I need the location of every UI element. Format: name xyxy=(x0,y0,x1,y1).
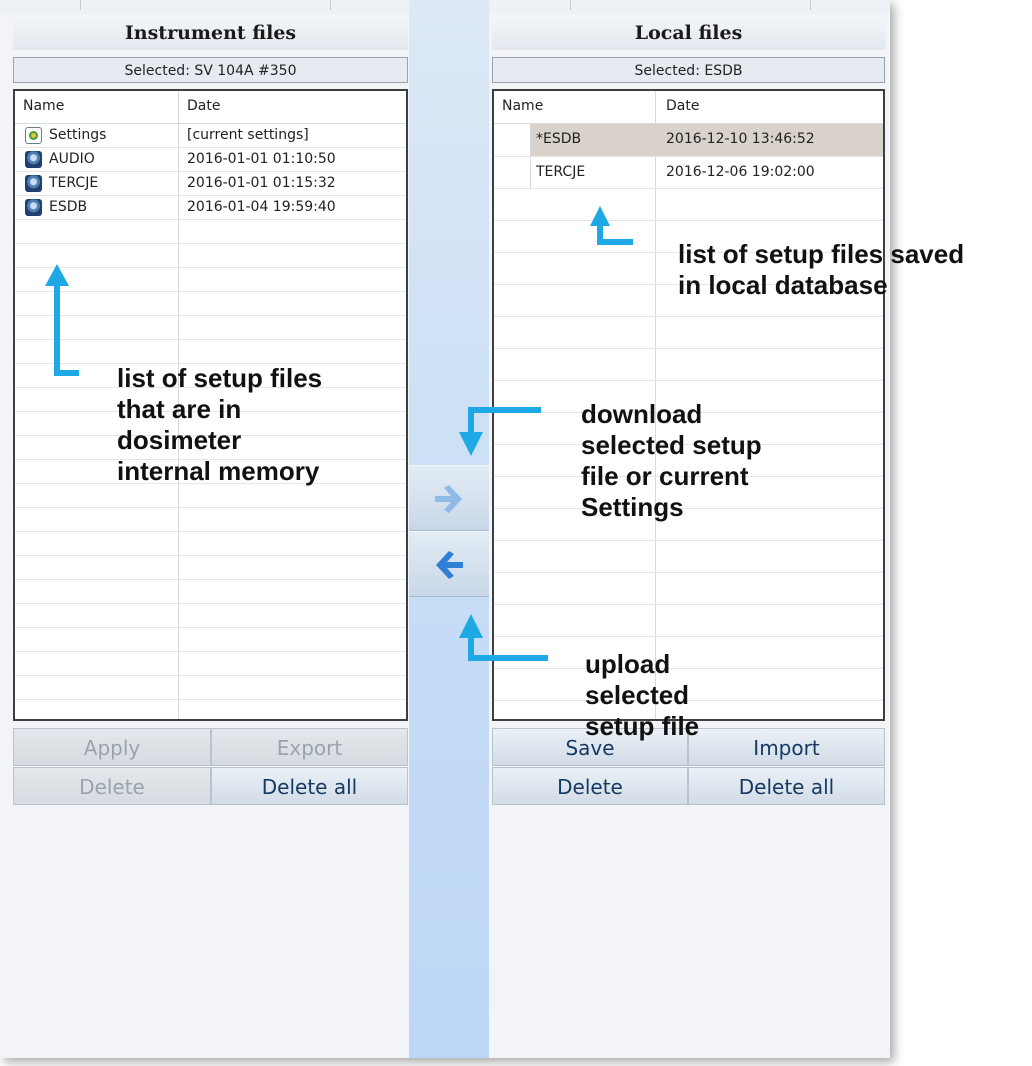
annotation-arrows xyxy=(45,206,633,661)
instrument-list-arrow xyxy=(54,280,79,376)
instrument-list-note: list of setup files that are in dosimete… xyxy=(117,363,323,486)
download-note: download selected setup file or current … xyxy=(581,399,762,522)
download-arrow xyxy=(468,407,541,434)
local-list-note: list of setup files saved in local datab… xyxy=(678,239,965,300)
upload-note: upload selected setup file xyxy=(585,649,700,741)
